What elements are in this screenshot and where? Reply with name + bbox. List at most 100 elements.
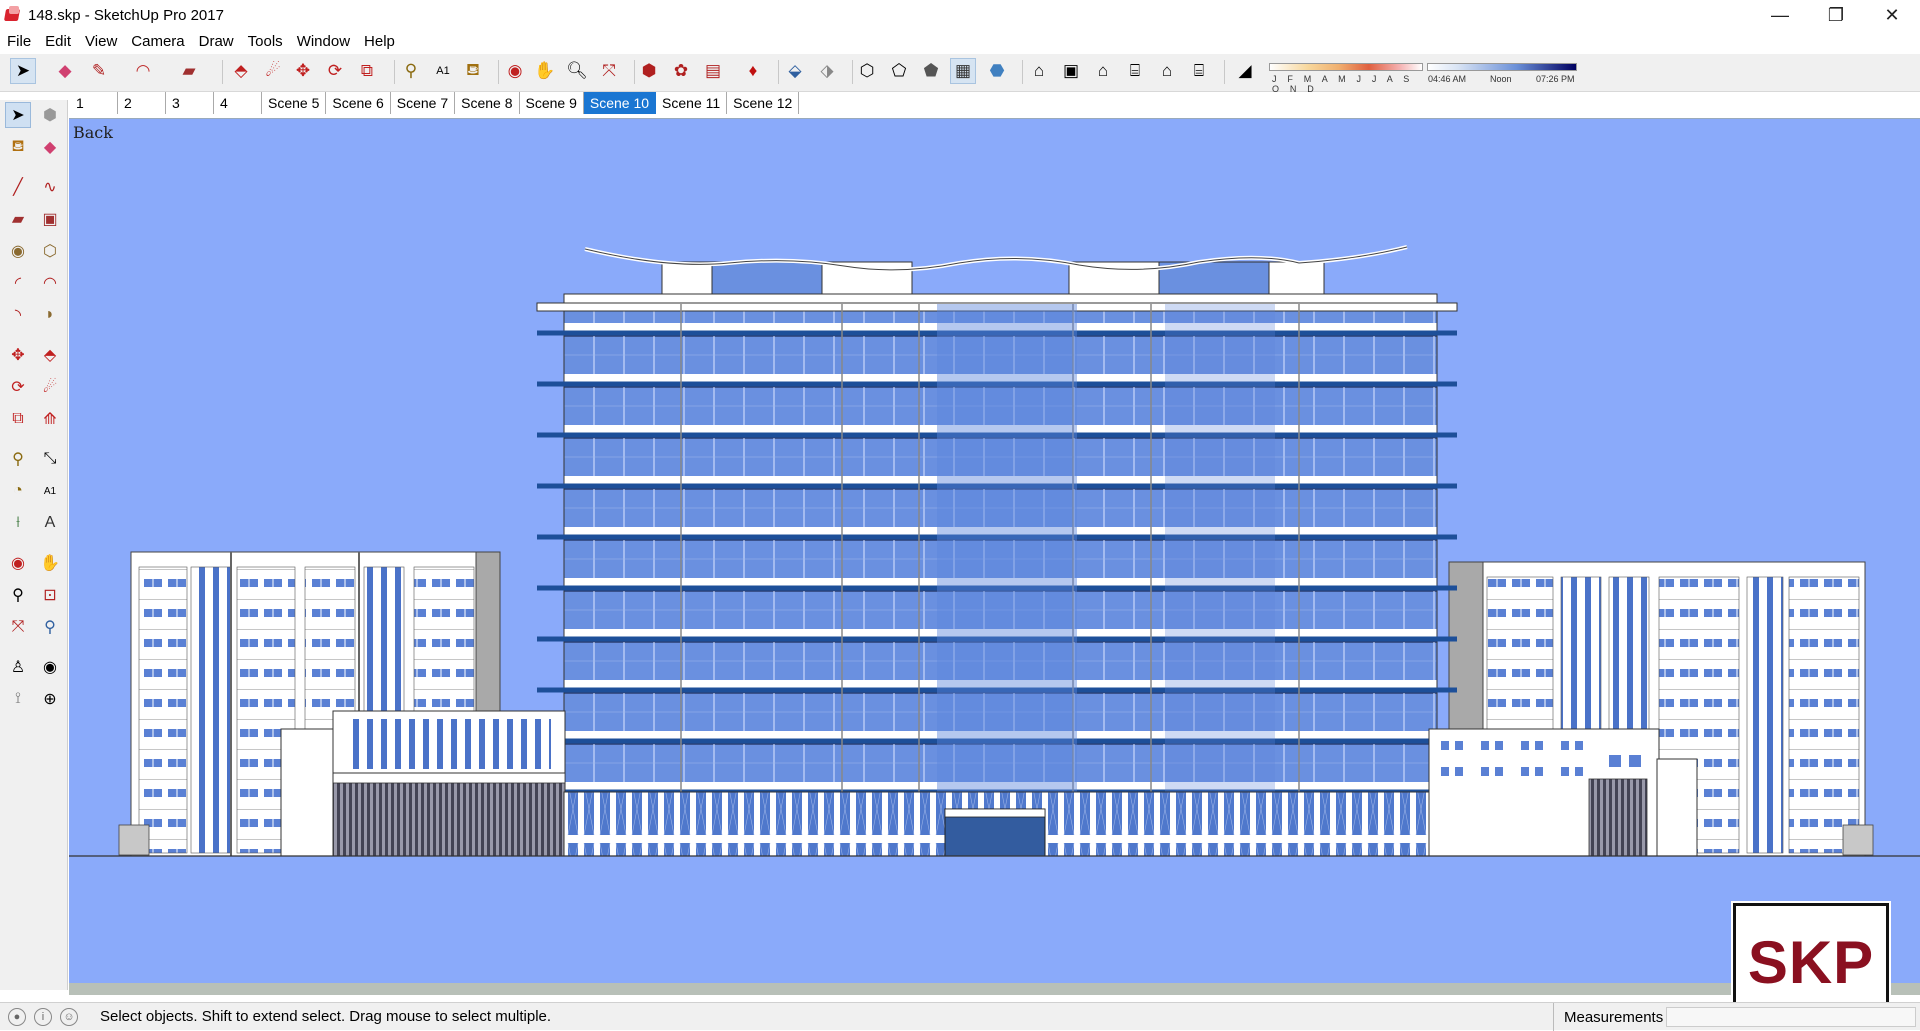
scene-tab-12[interactable]: Scene 12 xyxy=(727,92,800,114)
zoom-icon[interactable]: 🔍︎ xyxy=(564,58,590,84)
pie-tool-icon[interactable]: ◗ xyxy=(37,302,63,328)
extension-icon[interactable]: ✿ xyxy=(668,58,694,84)
zoom-window-tool-icon[interactable]: ⊡ xyxy=(37,582,63,608)
geolocation-icon[interactable]: ● xyxy=(8,1007,26,1026)
arc-tool-icon[interactable]: ◜ xyxy=(5,270,31,296)
credits-icon[interactable]: i xyxy=(34,1007,52,1026)
monochrome-icon[interactable]: ⬣ xyxy=(984,58,1010,84)
select-tool-icon[interactable]: ➤ xyxy=(5,102,31,128)
pan-icon[interactable]: ✋ xyxy=(532,58,558,84)
text-icon[interactable]: A1 xyxy=(430,58,456,84)
freehand-tool-icon[interactable]: ∿ xyxy=(37,174,63,200)
shaded-textures-icon[interactable]: ▦ xyxy=(950,58,976,84)
minimize-button[interactable]: — xyxy=(1752,0,1808,30)
front-view-icon[interactable]: ⌂ xyxy=(1090,58,1116,84)
tape-measure-icon[interactable]: ⚲ xyxy=(398,58,424,84)
follow-me-icon[interactable]: ☄ xyxy=(260,58,286,84)
menu-window[interactable]: Window xyxy=(290,33,357,50)
pan-tool-icon[interactable]: ✋ xyxy=(37,550,63,576)
menu-tools[interactable]: Tools xyxy=(241,33,290,50)
pencil-icon[interactable]: ✎ xyxy=(86,58,112,84)
scene-tab-9[interactable]: Scene 9 xyxy=(520,92,584,114)
scene-tab-4[interactable]: 4 xyxy=(214,92,262,114)
menu-draw[interactable]: Draw xyxy=(192,33,241,50)
scene-tab-10[interactable]: Scene 10 xyxy=(583,92,657,114)
push-pull-tool-icon[interactable]: ⬘ xyxy=(37,342,63,368)
rectangle-tool-icon[interactable]: ▰ xyxy=(5,206,31,232)
position-camera-tool-icon[interactable]: ♙ xyxy=(5,654,31,680)
scene-tab-7[interactable]: Scene 7 xyxy=(391,92,456,114)
three-point-arc-tool-icon[interactable]: ◝ xyxy=(5,302,31,328)
scale-tool-icon[interactable]: ⧉ xyxy=(5,406,31,432)
component-tool-icon[interactable]: ⬢ xyxy=(37,102,63,128)
orbit-tool-icon[interactable]: ◉ xyxy=(5,550,31,576)
two-point-arc-tool-icon[interactable]: ◠ xyxy=(37,270,63,296)
move-tool-icon[interactable]: ✥ xyxy=(5,342,31,368)
scene-tab-8[interactable]: Scene 8 xyxy=(455,92,520,114)
scale-icon[interactable]: ⧉ xyxy=(354,58,380,84)
line-tool-icon[interactable]: ╱ xyxy=(5,174,31,200)
wireframe-icon[interactable]: ⬡ xyxy=(854,58,880,84)
scene-tab-6[interactable]: Scene 6 xyxy=(326,92,391,114)
xray-icon[interactable]: ⬙ xyxy=(782,58,808,84)
dimension-tool-icon[interactable]: ⤡ xyxy=(37,446,63,472)
menu-edit[interactable]: Edit xyxy=(38,33,78,50)
zoom-tool-icon[interactable]: ⚲ xyxy=(5,582,31,608)
layout-icon[interactable]: ▤ xyxy=(700,58,726,84)
previous-view-tool-icon[interactable]: ⚲ xyxy=(37,614,63,640)
zoom-extents-icon[interactable]: ⤧ xyxy=(596,58,622,84)
axes-tool-icon[interactable]: ⟊ xyxy=(5,510,31,536)
shadow-month-slider[interactable]: J F M A M J J A S O N D xyxy=(1266,60,1426,94)
scene-tab-5[interactable]: Scene 5 xyxy=(262,92,327,114)
measurements-input[interactable] xyxy=(1666,1007,1916,1027)
iso-view-icon[interactable]: ⌂ xyxy=(1026,58,1052,84)
close-button[interactable]: ✕ xyxy=(1864,0,1920,30)
model-viewport[interactable]: Back xyxy=(69,118,1920,995)
arc-icon[interactable]: ◠ xyxy=(130,58,156,84)
rotate-icon[interactable]: ⟳ xyxy=(322,58,348,84)
section-plane-tool-icon[interactable]: ⊕ xyxy=(37,686,63,712)
scene-tab-2[interactable]: 2 xyxy=(118,92,166,114)
menu-help[interactable]: Help xyxy=(357,33,402,50)
walk-tool-icon[interactable]: ⟟ xyxy=(5,686,31,712)
eraser-tool-icon[interactable]: ◆ xyxy=(37,134,63,160)
back-view-icon[interactable]: ⌂ xyxy=(1154,58,1180,84)
paint-tool-icon[interactable]: ⛾ xyxy=(5,134,31,160)
zoom-extents-tool-icon[interactable]: ⤧ xyxy=(5,614,31,640)
scene-tab-3[interactable]: 3 xyxy=(166,92,214,114)
polygon-tool-icon[interactable]: ⬡ xyxy=(37,238,63,264)
text-tool-icon[interactable]: A1 xyxy=(37,478,63,504)
select-icon[interactable]: ➤ xyxy=(10,58,36,84)
paint-bucket-icon[interactable]: ⛾ xyxy=(460,58,486,84)
look-around-tool-icon[interactable]: ◉ xyxy=(37,654,63,680)
push-pull-icon[interactable]: ⬘ xyxy=(228,58,254,84)
maximize-button[interactable]: ❐ xyxy=(1808,0,1864,30)
menu-view[interactable]: View xyxy=(78,33,124,50)
protractor-tool-icon[interactable]: ◔ xyxy=(5,478,31,504)
offset-tool-icon[interactable]: ⟰ xyxy=(37,406,63,432)
rectangle-icon[interactable]: ▰ xyxy=(176,58,202,84)
scene-tab-11[interactable]: Scene 11 xyxy=(656,92,728,114)
menu-file[interactable]: File xyxy=(0,33,38,50)
3d-text-tool-icon[interactable]: A xyxy=(37,510,63,536)
tape-measure-tool-icon[interactable]: ⚲ xyxy=(5,446,31,472)
hidden-line-icon[interactable]: ⬠ xyxy=(886,58,912,84)
rotate-tool-icon[interactable]: ⟳ xyxy=(5,374,31,400)
follow-me-tool-icon[interactable]: ☄ xyxy=(37,374,63,400)
user-icon[interactable]: ☺ xyxy=(60,1007,78,1026)
menu-camera[interactable]: Camera xyxy=(124,33,191,50)
eraser-icon[interactable]: ◆ xyxy=(52,58,78,84)
left-view-icon[interactable]: ⌸ xyxy=(1186,58,1212,84)
move-icon[interactable]: ✥ xyxy=(290,58,316,84)
top-view-icon[interactable]: ▣ xyxy=(1058,58,1084,84)
ruby-icon[interactable]: ♦ xyxy=(740,58,766,84)
shaded-icon[interactable]: ⬟ xyxy=(918,58,944,84)
warehouse-icon[interactable]: ⬢ xyxy=(636,58,662,84)
circle-tool-icon[interactable]: ◉ xyxy=(5,238,31,264)
shadow-time-slider[interactable]: 04:46 AM Noon 07:26 PM xyxy=(1426,60,1582,86)
back-edges-icon[interactable]: ⬗ xyxy=(814,58,840,84)
right-view-icon[interactable]: ⌸ xyxy=(1122,58,1148,84)
rotated-rectangle-tool-icon[interactable]: ▣ xyxy=(37,206,63,232)
scene-tab-1[interactable]: 1 xyxy=(70,92,118,114)
orbit-icon[interactable]: ◉ xyxy=(502,58,528,84)
